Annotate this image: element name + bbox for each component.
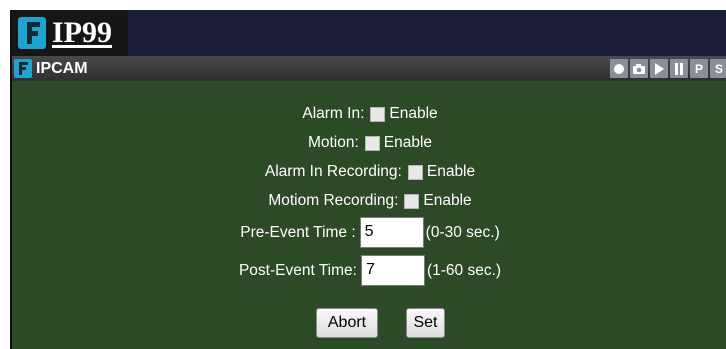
alarm-in-recording-checkbox[interactable] — [407, 164, 423, 180]
camera-name: IPCAM — [36, 60, 88, 77]
snapshot-button[interactable] — [630, 59, 648, 78]
pause-icon — [675, 62, 683, 75]
ipcam-settings-frame: IP99 IPCAM P S Alarm In: Enable Motion: … — [10, 10, 726, 349]
alarm-in-recording-enable-label: Enable — [426, 163, 476, 180]
s-button[interactable]: S — [710, 59, 726, 78]
alarm-in-enable-label: Enable — [389, 105, 438, 122]
brand-name: IP99 — [52, 16, 112, 49]
post-event-input[interactable]: 7 — [360, 255, 425, 286]
alarm-in-recording-label: Alarm In Recording: — [264, 163, 402, 180]
pause-button[interactable] — [670, 59, 688, 78]
motion-recording-row: Motiom Recording: Enable — [12, 189, 726, 213]
motion-checkbox[interactable] — [364, 135, 380, 151]
alarm-in-label: Alarm In: — [302, 105, 365, 122]
set-button[interactable]: Set — [406, 308, 445, 338]
alarm-in-row: Alarm In: Enable — [12, 102, 726, 126]
camera-bar: IPCAM P S — [12, 56, 726, 81]
motion-recording-checkbox[interactable] — [404, 193, 420, 209]
motion-label: Motion: — [307, 134, 359, 151]
brand-logo: IP99 — [12, 10, 128, 56]
motion-recording-label: Motiom Recording: — [268, 192, 399, 209]
camera-controls: P S — [610, 59, 726, 78]
alarm-settings-form: Alarm In: Enable Motion: Enable Alarm In… — [12, 81, 726, 349]
alarm-in-checkbox[interactable] — [370, 106, 386, 122]
alarm-in-recording-row: Alarm In Recording: Enable — [12, 160, 726, 184]
post-event-range: (1-60 sec.) — [426, 261, 502, 279]
post-event-label: Post-Event Time: — [238, 261, 357, 279]
camera-logo-icon — [14, 59, 32, 78]
abort-button[interactable]: Abort — [316, 308, 378, 338]
pre-event-label: Pre-Event Time : — [240, 223, 356, 241]
motion-recording-enable-label: Enable — [423, 192, 472, 209]
play-icon — [655, 62, 664, 75]
motion-row: Motion: Enable — [12, 131, 726, 155]
post-event-row: Post-Event Time: 7 (1-60 sec.) — [12, 254, 726, 287]
record-button[interactable] — [610, 59, 628, 78]
brand-bar: IP99 — [12, 10, 726, 56]
record-icon — [614, 63, 624, 74]
pre-event-range: (0-30 sec.) — [425, 223, 500, 241]
pre-event-row: Pre-Event Time : 5 (0-30 sec.) — [12, 216, 726, 249]
pre-event-input[interactable]: 5 — [359, 217, 424, 248]
ip99-logo-icon — [18, 17, 46, 49]
camera-snapshot-icon — [633, 63, 645, 74]
motion-enable-label: Enable — [383, 134, 433, 151]
p-button[interactable]: P — [690, 59, 708, 78]
play-button[interactable] — [650, 59, 668, 78]
